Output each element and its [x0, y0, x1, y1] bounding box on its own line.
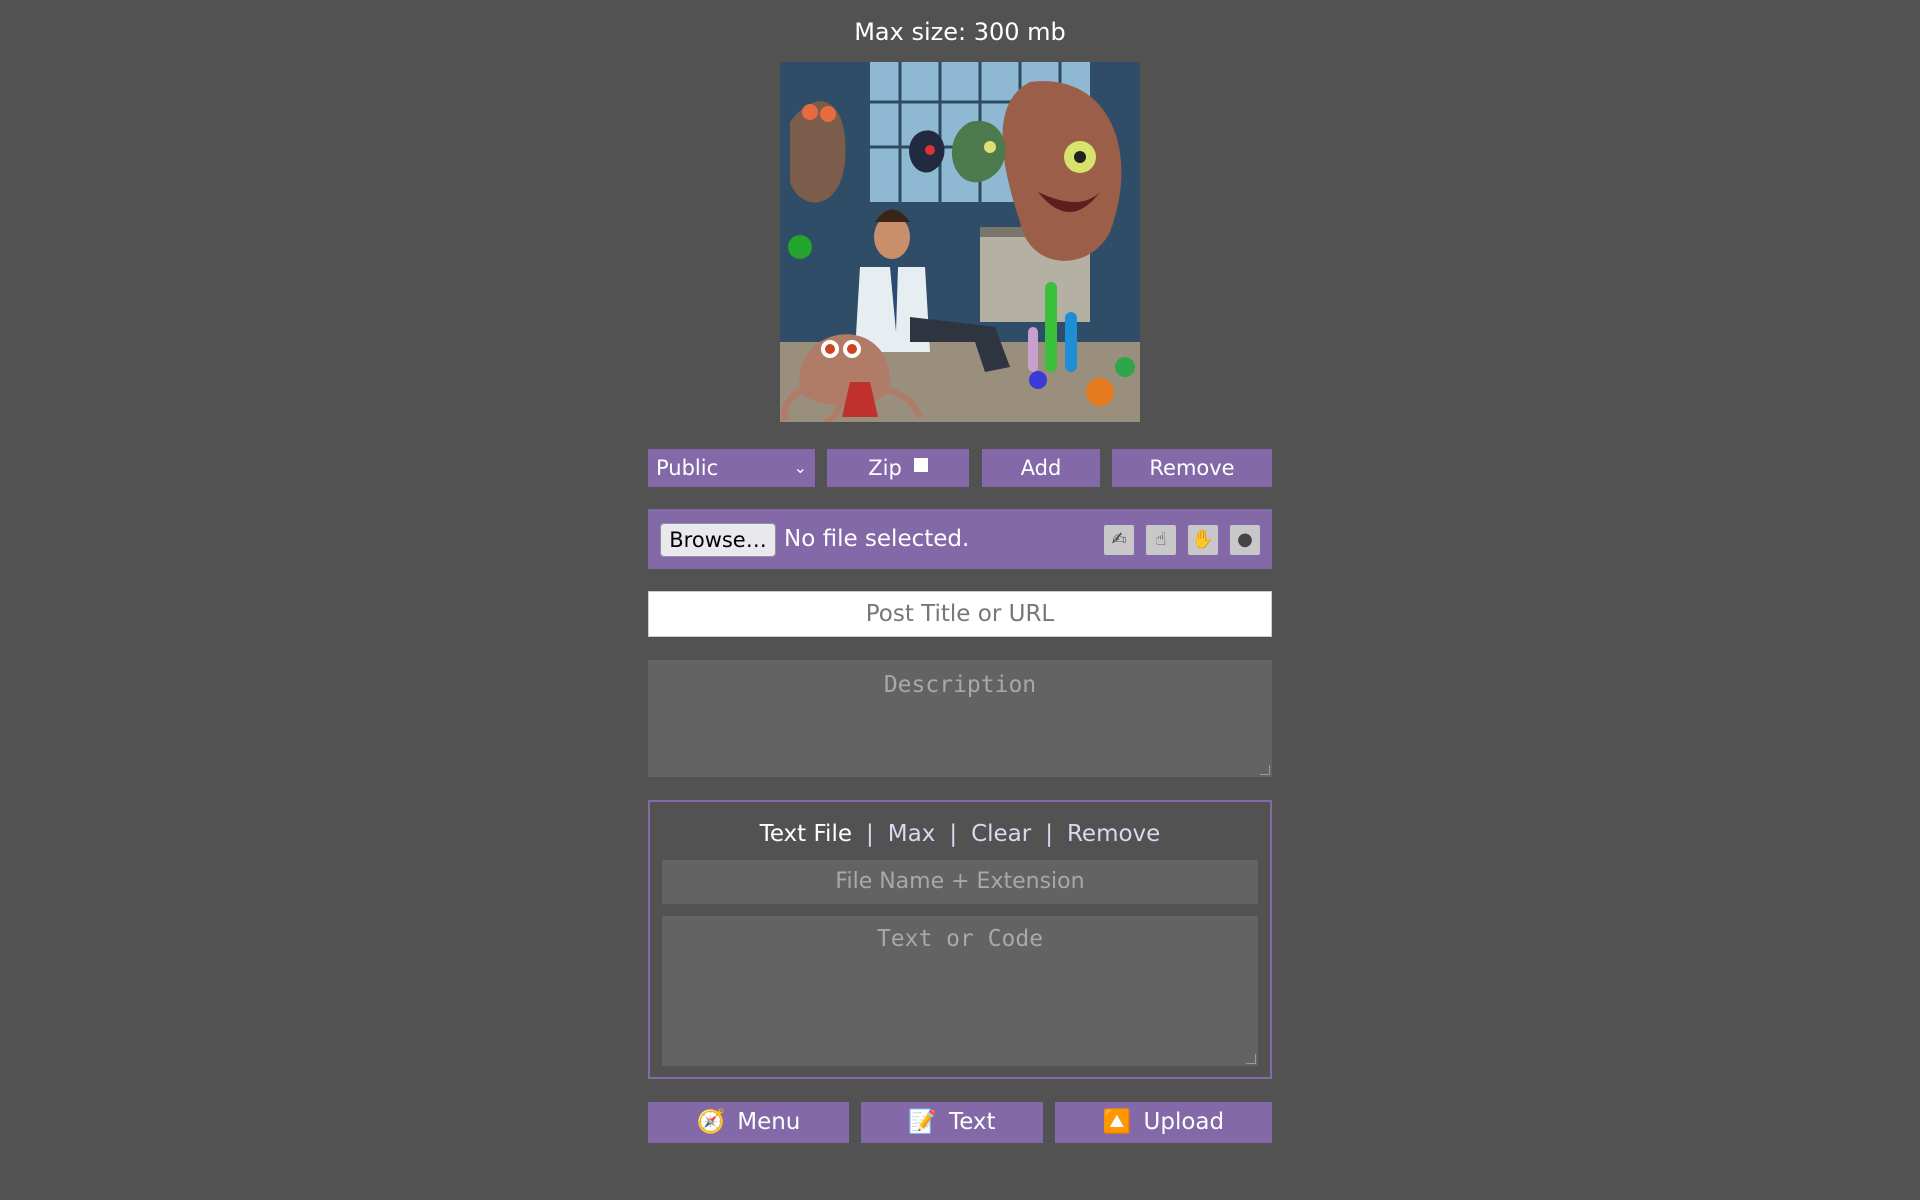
text-file-panel: Text File | Max | Clear | Remove File Name + E… — [648, 800, 1272, 1079]
zip-checkbox[interactable] — [913, 458, 928, 472]
compass-icon: 🧭 — [696, 1109, 726, 1135]
tab-clear[interactable]: Clear — [971, 821, 1031, 847]
tab-text-file[interactable]: Text File — [760, 821, 852, 847]
post-controls: Public ⌄ Zip Add Remove — [648, 449, 1272, 487]
max-size-label: Max size: 300 mb — [854, 18, 1066, 46]
resize-handle-icon[interactable] — [1246, 1054, 1256, 1064]
description-textarea[interactable]: Description — [648, 660, 1272, 777]
image-preview — [780, 62, 1140, 422]
resize-handle-icon[interactable] — [1260, 765, 1270, 775]
post-title-input[interactable]: Post Title or URL — [648, 591, 1272, 637]
privacy-select[interactable]: Public ⌄ — [648, 449, 815, 487]
text-file-tabs: Text File | Max | Clear | Remove — [650, 818, 1270, 850]
up-arrow-icon: 🔼 — [1102, 1109, 1132, 1135]
text-code-placeholder: Text or Code — [876, 926, 1044, 952]
file-name-input[interactable]: File Name + Extension — [662, 860, 1258, 904]
memo-icon: 📝 — [908, 1109, 938, 1135]
hand-point-icon[interactable]: ☝ — [1146, 525, 1176, 555]
text-code-textarea[interactable]: Text or Code — [662, 916, 1258, 1066]
bomb-icon[interactable]: ● — [1230, 525, 1260, 555]
upload-label: Upload — [1143, 1109, 1225, 1135]
pen-icon[interactable]: ✍ — [1104, 525, 1134, 555]
upload-button[interactable]: 🔼 Upload — [1055, 1102, 1272, 1143]
tab-separator: | — [866, 821, 874, 847]
privacy-select-value: Public — [656, 456, 719, 480]
tab-max[interactable]: Max — [888, 821, 936, 847]
file-picker-row: Browse… No file selected. ✍ ☝ ✋ ● — [648, 509, 1272, 569]
bottom-actions: 🧭 Menu 📝 Text 🔼 Upload — [648, 1102, 1272, 1143]
remove-button[interactable]: Remove — [1112, 449, 1272, 487]
tab-separator: | — [949, 821, 958, 847]
hand-stop-icon[interactable]: ✋ — [1188, 525, 1218, 555]
file-status: No file selected. — [784, 526, 970, 552]
zip-toggle[interactable]: Zip — [827, 449, 969, 487]
tab-separator: | — [1045, 821, 1053, 847]
chevron-down-icon: ⌄ — [793, 458, 807, 477]
preview-illustration — [780, 62, 1140, 422]
description-placeholder: Description — [883, 672, 1037, 698]
tab-remove[interactable]: Remove — [1067, 821, 1160, 847]
menu-button[interactable]: 🧭 Menu — [648, 1102, 849, 1143]
add-button[interactable]: Add — [982, 449, 1100, 487]
menu-label: Menu — [737, 1109, 801, 1135]
text-label: Text — [949, 1109, 996, 1135]
zip-label: Zip — [868, 456, 902, 480]
text-button[interactable]: 📝 Text — [861, 1102, 1043, 1143]
browse-button[interactable]: Browse… — [660, 523, 776, 557]
